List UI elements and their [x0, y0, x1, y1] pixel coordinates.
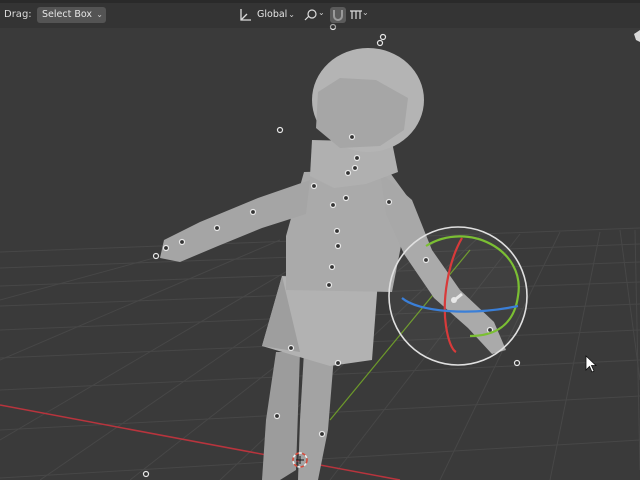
chevron-down-icon: ⌄	[96, 10, 103, 19]
transform-orientation-icon[interactable]	[238, 7, 252, 23]
pivot-point-icon[interactable]	[303, 7, 319, 23]
chevron-down-icon: ⌄	[288, 10, 295, 19]
x-axis-line	[0, 404, 401, 480]
snap-magnet-icon[interactable]	[330, 7, 346, 23]
tool-header: Drag: Select Box ⌄ Global ⌄ ⌄ ⌄	[0, 0, 640, 28]
drag-label: Drag:	[4, 9, 32, 20]
3d-viewport[interactable]	[0, 0, 640, 480]
select-mode-value: Select Box	[42, 9, 92, 20]
chevron-down-icon[interactable]: ⌄	[362, 8, 637, 17]
mouse-pointer-icon	[585, 355, 598, 373]
orientation-value: Global	[257, 9, 288, 20]
rotate-gizmo[interactable]	[388, 226, 528, 366]
select-mode-dropdown[interactable]: Select Box ⌄	[37, 7, 106, 23]
orientation-dropdown[interactable]: Global ⌄	[252, 7, 298, 23]
navigation-gizmo-icon[interactable]	[634, 30, 640, 42]
